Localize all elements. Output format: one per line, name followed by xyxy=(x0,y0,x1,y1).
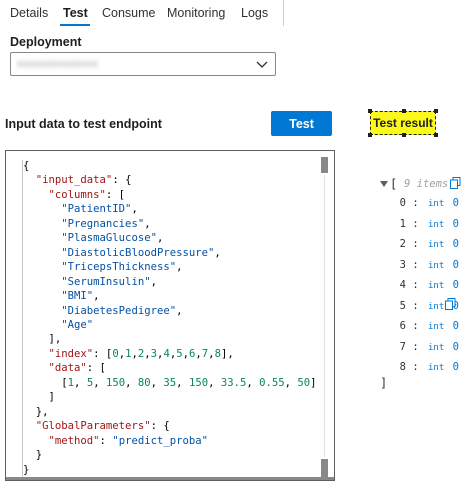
row-type: int xyxy=(427,342,445,353)
row-index: 1 xyxy=(399,217,406,230)
deployment-value: xxxxxxxxxxxxxx xyxy=(17,58,99,70)
test-result-label: Test result xyxy=(368,109,438,137)
tab-test[interactable]: Test xyxy=(63,6,88,20)
result-row: 7 : int 0 xyxy=(396,341,459,355)
result-row: 1 : int 0 xyxy=(396,218,459,232)
row-type: int xyxy=(427,260,445,271)
tab-bar: Details Test Consume Monitoring Logs xyxy=(0,0,474,26)
array-close-bracket: ] xyxy=(380,376,388,390)
test-button[interactable]: Test xyxy=(271,111,332,136)
row-value: 0 xyxy=(452,258,459,271)
editor-scrollbar[interactable] xyxy=(321,157,328,477)
row-index: 2 xyxy=(399,238,406,250)
row-value: 0 xyxy=(452,217,459,230)
expand-arrow-icon[interactable] xyxy=(380,181,388,187)
tab-details[interactable]: Details xyxy=(10,6,48,20)
result-row: 2 : int 0 xyxy=(396,238,459,252)
result-row: 4 : int 0 xyxy=(396,279,459,293)
row-value: 0 xyxy=(452,197,459,209)
row-value: 0 xyxy=(452,320,459,332)
selection-handle xyxy=(434,109,438,113)
row-type: int xyxy=(427,199,445,209)
result-row: 8 : int 0 xyxy=(396,361,459,375)
selection-handle xyxy=(402,109,406,113)
input-data-label: Input data to test endpoint xyxy=(5,117,162,131)
row-separator: : xyxy=(412,320,419,332)
result-row: 3 : int 0 xyxy=(396,259,459,273)
test-result-text: Test result xyxy=(373,116,433,130)
tab-monitoring[interactable]: Monitoring xyxy=(167,6,225,20)
row-type: int xyxy=(427,363,445,373)
tab-logs[interactable]: Logs xyxy=(241,6,268,20)
deployment-dropdown[interactable]: xxxxxxxxxxxxxx xyxy=(10,52,276,76)
row-type: int xyxy=(427,219,445,230)
scroll-track xyxy=(324,175,325,457)
row-type: int xyxy=(427,240,445,250)
row-value: 0 xyxy=(452,279,459,291)
row-separator: : xyxy=(412,299,419,312)
row-type: int xyxy=(427,281,445,291)
selection-handle xyxy=(434,133,438,137)
scroll-thumb[interactable] xyxy=(321,157,328,173)
row-index: 8 xyxy=(399,361,406,373)
row-separator: : xyxy=(412,258,419,271)
row-separator: : xyxy=(412,238,419,250)
selection-handle xyxy=(402,133,406,137)
row-value: 0 xyxy=(452,361,459,373)
copy-icon[interactable] xyxy=(450,177,461,189)
row-separator: : xyxy=(412,340,419,353)
array-open-bracket: [ xyxy=(390,177,398,191)
result-tree: [ 9 items 0 : int 0 1 : int 0 2 : int 0 … xyxy=(376,176,472,396)
row-value: 0 xyxy=(452,238,459,250)
row-separator: : xyxy=(412,279,419,291)
deployment-label: Deployment xyxy=(10,35,82,49)
tab-divider xyxy=(283,0,284,26)
row-index: 7 xyxy=(399,340,406,353)
row-value: 0 xyxy=(452,340,459,353)
active-tab-indicator xyxy=(60,24,90,26)
row-index: 4 xyxy=(399,279,406,291)
row-index: 3 xyxy=(399,258,406,271)
row-type: int xyxy=(427,301,445,312)
result-row: 0 : int 0 xyxy=(396,197,459,211)
row-separator: : xyxy=(412,361,419,373)
row-type: int xyxy=(427,322,445,332)
items-count: 9 items xyxy=(404,178,449,190)
row-index: 0 xyxy=(399,197,406,209)
row-index: 5 xyxy=(399,299,406,312)
result-row: 6 : int 0 xyxy=(396,320,459,334)
horizontal-scrollbar[interactable] xyxy=(6,477,334,480)
selection-handle xyxy=(368,133,372,137)
json-code[interactable]: { "input_data": { "columns": [ "PatientI… xyxy=(23,159,317,477)
copy-icon[interactable] xyxy=(445,298,456,310)
input-json-editor[interactable]: { "input_data": { "columns": [ "PatientI… xyxy=(5,150,335,481)
row-separator: : xyxy=(412,197,419,209)
scroll-thumb[interactable] xyxy=(321,459,328,477)
selection-handle xyxy=(368,109,372,113)
tab-consume[interactable]: Consume xyxy=(102,6,156,20)
row-separator: : xyxy=(412,217,419,230)
chevron-down-icon xyxy=(256,61,268,68)
row-index: 6 xyxy=(399,320,406,332)
